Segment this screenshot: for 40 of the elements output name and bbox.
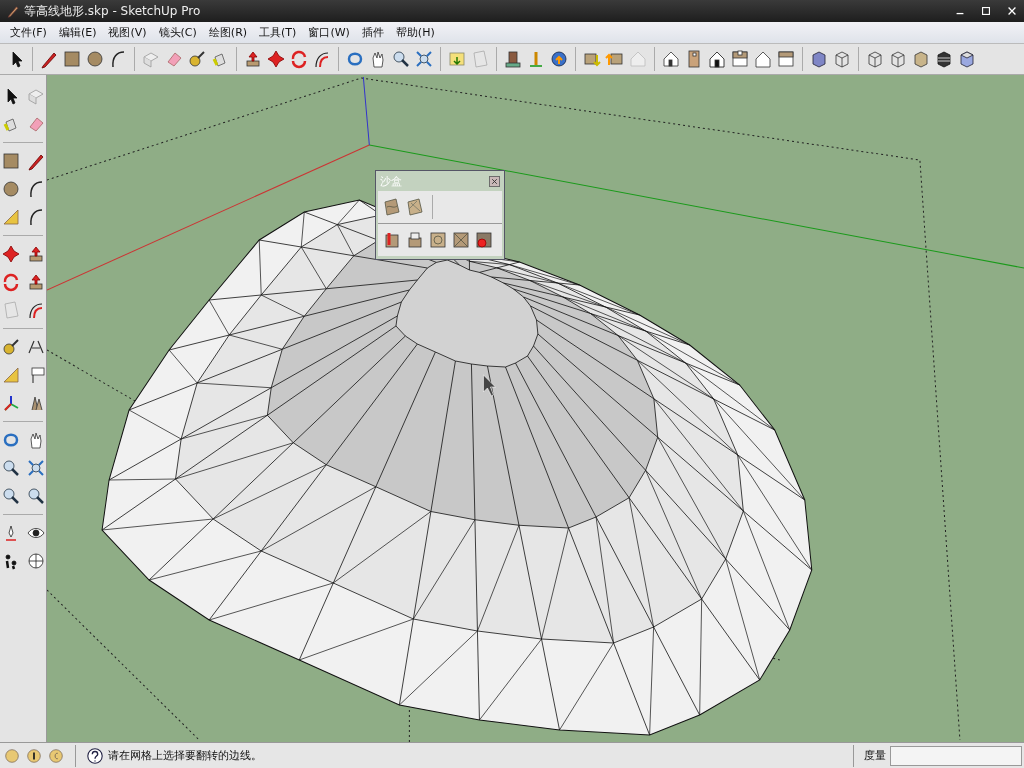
compass-icon[interactable] [25, 550, 46, 572]
cube-tan-icon[interactable] [911, 49, 931, 69]
box-tan-icon[interactable] [776, 49, 796, 69]
menu-item[interactable]: 窗口(W) [302, 25, 356, 40]
house-front-icon[interactable] [707, 49, 727, 69]
menu-item[interactable]: 绘图(R) [202, 25, 254, 40]
building-icon[interactable] [503, 49, 523, 69]
rectangle-icon[interactable] [0, 150, 21, 172]
house-icon[interactable] [661, 49, 681, 69]
magnifier-icon[interactable] [391, 49, 411, 69]
push-pull-icon[interactable] [243, 49, 263, 69]
menu-item[interactable]: 镜头(C) [152, 25, 203, 40]
cube-wire-icon[interactable] [888, 49, 908, 69]
menu-item[interactable]: 视图(V) [102, 25, 153, 40]
rotate-icon[interactable] [289, 49, 309, 69]
cube-solid-icon[interactable] [809, 49, 829, 69]
house-side-icon[interactable] [753, 49, 773, 69]
zoom-extents-icon[interactable] [414, 49, 434, 69]
cube-shaded-icon[interactable] [957, 49, 977, 69]
window-title: 等高线地形.skp - SketchUp Pro [24, 2, 201, 20]
pencil-icon [6, 4, 20, 18]
menu-item[interactable]: 插件 [355, 25, 390, 40]
help-icon[interactable] [86, 746, 104, 765]
cube-striped-icon[interactable] [934, 49, 954, 69]
menu-item[interactable]: 帮助(H) [389, 25, 441, 40]
close-icon[interactable] [489, 175, 500, 187]
rectangle-icon[interactable] [62, 49, 82, 69]
maximize-icon[interactable] [980, 5, 992, 17]
status-message: 请在网格上选择要翻转的边线。 [108, 748, 263, 763]
circle-icon[interactable] [0, 178, 21, 200]
menu-item[interactable]: 文件(F) [4, 25, 53, 40]
cube-wire-icon[interactable] [865, 49, 885, 69]
menu-item[interactable]: 工具(T) [253, 25, 303, 40]
cube-wire-icon[interactable] [832, 49, 852, 69]
measurements-field[interactable] [890, 745, 1022, 766]
measurements-label: 度量 [864, 748, 886, 763]
circle-icon[interactable] [85, 49, 105, 69]
menu-item[interactable]: 编辑(E) [52, 25, 103, 40]
cursor-icon [483, 374, 496, 397]
globe-icon[interactable] [549, 49, 569, 69]
